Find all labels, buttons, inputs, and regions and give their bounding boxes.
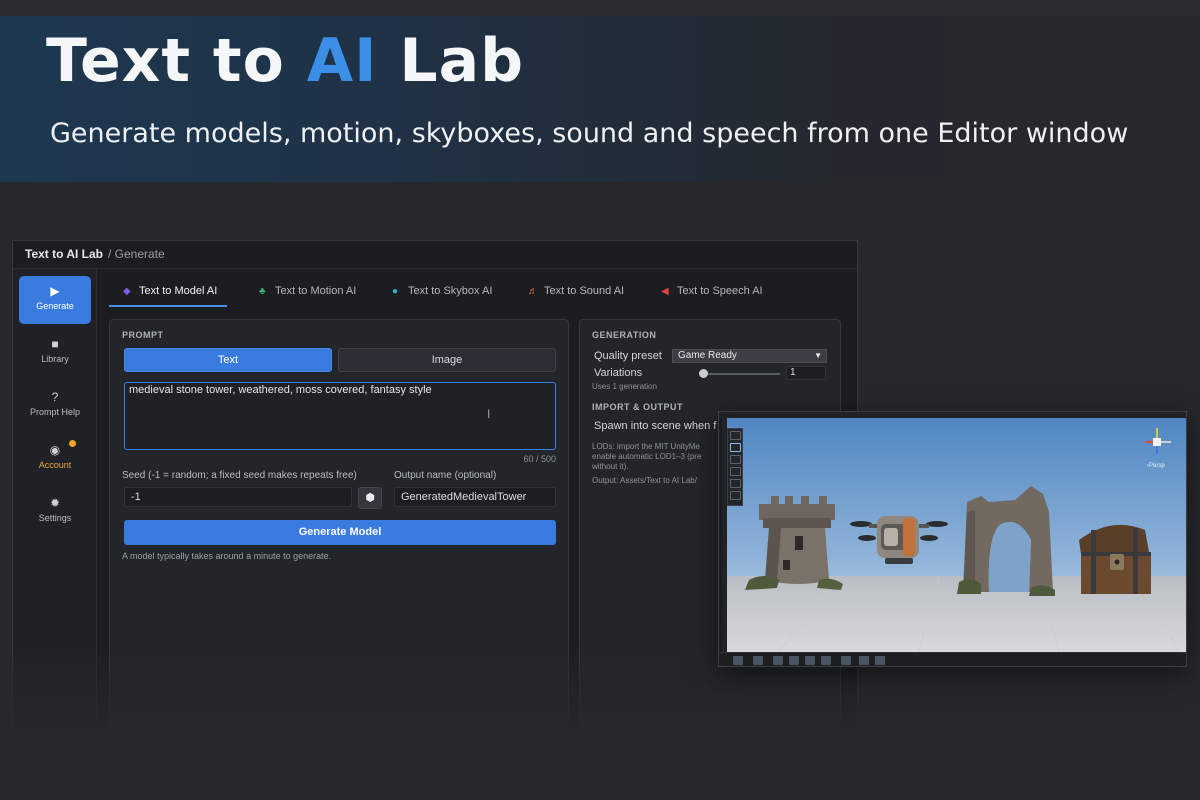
folder-icon: ■	[51, 337, 59, 351]
music-note-icon: ♬	[528, 286, 538, 297]
prompt-section-title: PROMPT	[122, 330, 164, 340]
move-tool-icon[interactable]	[730, 455, 741, 464]
camera-icon[interactable]	[821, 656, 831, 665]
sidebar-item-label: Prompt Help	[29, 407, 81, 417]
perspective-label[interactable]: ‹Persp	[1147, 463, 1165, 469]
motion-icon: ♣	[259, 286, 266, 297]
tab-text-to-model[interactable]: ◆ Text to Model AI	[109, 281, 228, 307]
sidebar-item-library[interactable]: ■ Library	[19, 329, 91, 377]
text-cursor-icon: I	[487, 407, 491, 421]
prompt-text: medieval stone tower, weathered, moss co…	[129, 384, 432, 396]
app-title: Text to AI Lab	[25, 247, 103, 261]
seed-input[interactable]: -1	[124, 487, 352, 507]
mode-text-button[interactable]: Text	[124, 348, 332, 372]
variations-input[interactable]: 1	[786, 366, 826, 380]
tab-label: Text to Motion AI	[275, 285, 357, 297]
variations-label: Variations	[594, 367, 643, 379]
quality-preset-value: Game Ready	[678, 350, 737, 361]
hero-title-part1: Text to	[46, 26, 307, 96]
randomize-seed-button[interactable]: ⬢	[358, 487, 382, 509]
tab-label: Text to Speech AI	[677, 285, 763, 297]
layers-icon[interactable]	[859, 656, 869, 665]
notification-badge	[69, 440, 76, 447]
hero-title-part2: Lab	[377, 26, 525, 96]
chevron-down-icon: ▼	[814, 351, 822, 360]
scene-tool-palette	[727, 428, 743, 506]
generate-model-button[interactable]: Generate Model	[124, 520, 556, 545]
lods-line-2: enable automatic LOD1–3 (pre	[592, 452, 702, 461]
generation-hint: A model typically takes around a minute …	[122, 551, 332, 561]
seed-label: Seed (-1 = random; a fixed seed makes re…	[122, 470, 357, 481]
scene-bottom-toolbar	[719, 652, 1186, 666]
import-output-title: IMPORT & OUTPUT	[592, 402, 683, 412]
tab-label: Text to Model AI	[139, 285, 218, 297]
tab-text-to-sound[interactable]: ♬ Text to Sound AI	[514, 281, 634, 307]
tab-text-to-skybox[interactable]: ● Text to Skybox AI	[378, 281, 502, 307]
play-icon: ▶	[50, 284, 60, 298]
dice-icon: ⬢	[365, 492, 375, 504]
quality-preset-select[interactable]: Game Ready ▼	[672, 349, 827, 363]
sidebar-item-label: Library	[41, 354, 69, 364]
output-path: Output: Assets/Text to AI Lab/	[592, 476, 697, 485]
speaker-icon: ◀	[661, 286, 669, 297]
quality-preset-label: Quality preset	[594, 350, 662, 362]
mode-image-button[interactable]: Image	[338, 348, 556, 372]
ruined-arch-model	[957, 486, 1055, 596]
rotate-tool-icon[interactable]	[730, 467, 741, 476]
variations-slider-track[interactable]	[704, 373, 780, 375]
effects-icon[interactable]	[805, 656, 815, 665]
hero-subtitle: Generate models, motion, skyboxes, sound…	[50, 118, 1129, 149]
variations-slider-handle[interactable]	[699, 369, 708, 378]
tab-label: Text to Sound AI	[544, 285, 625, 297]
sidebar-item-label: Settings	[38, 513, 72, 523]
globe-icon: ●	[392, 286, 399, 297]
hero-banner: Text to AI Lab Generate models, motion, …	[0, 0, 1200, 182]
rect-tool-icon[interactable]	[730, 491, 741, 500]
cube-icon: ◆	[123, 286, 131, 297]
sidebar-item-label: Generate	[36, 301, 74, 311]
variations-note: Uses 1 generation	[592, 382, 657, 391]
tab-text-to-motion[interactable]: ♣ Text to Motion AI	[245, 281, 366, 307]
sidebar-item-account[interactable]: ◉ Account	[19, 435, 91, 483]
tab-label: Text to Skybox AI	[408, 285, 493, 297]
prompt-input[interactable]: medieval stone tower, weathered, moss co…	[124, 382, 556, 450]
audio-icon[interactable]	[789, 656, 799, 665]
scale-tool-icon[interactable]	[730, 479, 741, 488]
gear-icon: ✹	[49, 496, 61, 510]
character-counter: 60 / 500	[523, 454, 556, 464]
hero-title: Text to AI Lab	[46, 26, 524, 96]
treasure-chest-model	[1079, 524, 1151, 594]
scene-top-bar	[719, 412, 1186, 418]
breadcrumb: / Generate	[108, 247, 165, 261]
render-mode-icon[interactable]	[875, 656, 885, 665]
scene-render	[727, 418, 1186, 653]
hero-title-accent: AI	[306, 26, 378, 96]
sidebar-item-generate[interactable]: ▶ Generate	[19, 276, 91, 324]
output-name-input[interactable]: GeneratedMedievalTower	[394, 487, 556, 507]
tab-text-to-speech[interactable]: ◀ Text to Speech AI	[647, 281, 773, 307]
scene-view[interactable]: ‹Persp	[718, 411, 1187, 667]
spawn-into-scene-toggle[interactable]: Spawn into scene when f	[594, 420, 716, 432]
output-name-label: Output name (optional)	[394, 470, 497, 481]
lighting-icon[interactable]	[773, 656, 783, 665]
sidebar-item-settings[interactable]: ✹ Settings	[19, 488, 91, 536]
generation-section-title: GENERATION	[592, 330, 657, 340]
tab-bar: ◆ Text to Model AI ♣ Text to Motion AI ● Te…	[109, 281, 849, 307]
sidebar-item-label: Account	[38, 460, 72, 470]
help-icon: ?	[51, 390, 59, 404]
lods-line-3: without it).	[592, 462, 629, 471]
lods-line-1: LODs: import the MIT UnityMe	[592, 442, 700, 451]
eye-icon: ◉	[49, 443, 61, 457]
hand-tool-icon[interactable]	[730, 431, 741, 440]
sidebar-item-prompt-help[interactable]: ? Prompt Help	[19, 382, 91, 430]
grid-icon[interactable]	[753, 656, 763, 665]
window-titlebar: Text to AI Lab / Generate	[13, 241, 857, 269]
hero-top-strip	[0, 0, 1200, 16]
snap-icon[interactable]	[733, 656, 743, 665]
gizmos-icon[interactable]	[841, 656, 851, 665]
view-tool-icon[interactable]	[730, 443, 741, 452]
